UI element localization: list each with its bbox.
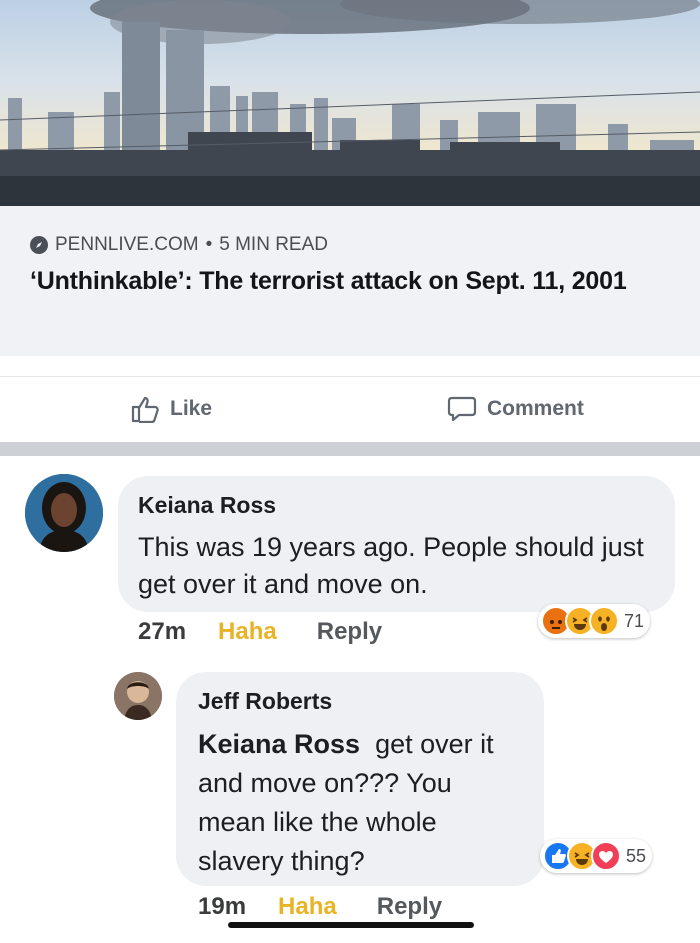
profile-photo	[114, 672, 162, 720]
love-icon	[591, 841, 621, 871]
source-domain: PENNLIVE.COM	[55, 234, 199, 255]
comment-label: Comment	[487, 397, 584, 420]
post-action-bar: Like Comment	[0, 376, 700, 440]
skyline-photo	[0, 0, 700, 206]
home-indicator[interactable]	[228, 922, 474, 928]
comment-button[interactable]: Comment	[447, 395, 584, 423]
avatar[interactable]	[114, 672, 162, 720]
link-caption[interactable]: PENNLIVE.COM • 5 MIN READ ‘Unthinkable’:…	[0, 206, 700, 356]
comment-text: This was 19 years ago. People should jus…	[138, 532, 644, 599]
comment-author[interactable]: Keiana Ross	[138, 492, 655, 519]
haha-reaction-button[interactable]: Haha	[218, 618, 277, 646]
source-row: PENNLIVE.COM • 5 MIN READ	[30, 234, 670, 256]
comment-time[interactable]: 27m	[138, 618, 186, 646]
comment-author[interactable]: Jeff Roberts	[198, 688, 522, 715]
comment-bubble: Jeff Roberts Keiana Ross get over it and…	[176, 672, 544, 886]
source-separator: •	[205, 234, 213, 255]
avatar[interactable]	[25, 474, 103, 552]
thumbs-up-icon	[131, 396, 159, 423]
reaction-count: 55	[626, 845, 647, 866]
reply-button[interactable]: Reply	[317, 618, 382, 646]
like-button[interactable]: Like	[130, 395, 212, 423]
comment-bubble: Keiana Ross This was 19 years ago. Peopl…	[118, 476, 675, 612]
comment-meta: 27m Haha Reply	[138, 618, 382, 646]
link-preview-image[interactable]	[0, 0, 700, 206]
reaction-summary[interactable]: 71	[538, 604, 651, 638]
read-time: 5 MIN READ	[219, 234, 328, 255]
article-headline[interactable]: ‘Unthinkable’: The terrorist attack on S…	[30, 264, 670, 298]
haha-reaction-button[interactable]: Haha	[278, 893, 337, 921]
comment-bubble-icon	[447, 396, 477, 422]
wow-icon	[589, 606, 619, 636]
reaction-count: 71	[624, 610, 645, 631]
compass-icon	[30, 236, 48, 254]
reply-button[interactable]: Reply	[377, 893, 442, 921]
section-divider	[0, 442, 700, 456]
like-label: Like	[170, 397, 213, 420]
comment-meta: 19m Haha Reply	[198, 893, 442, 921]
mention-tag[interactable]: Keiana Ross	[198, 729, 360, 759]
reaction-summary[interactable]: 55	[540, 839, 653, 873]
profile-photo	[25, 474, 103, 552]
comment-time[interactable]: 19m	[198, 893, 246, 921]
comment-text: Keiana Ross get over it and move on??? Y…	[198, 725, 522, 881]
